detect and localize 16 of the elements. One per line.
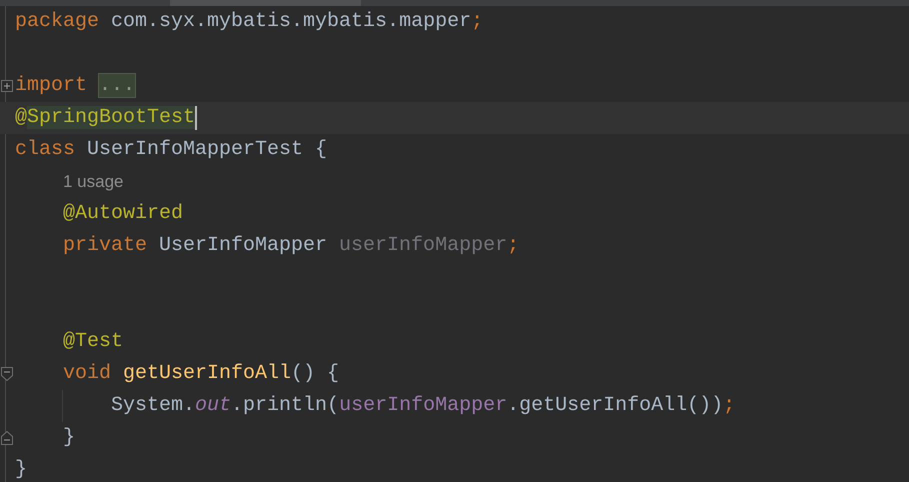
expand-icon[interactable] bbox=[1, 80, 13, 92]
code-line: @SpringBootTest bbox=[15, 105, 196, 131]
code-line: void getUserInfoAll() { bbox=[63, 361, 340, 387]
code-line: @Autowired bbox=[63, 201, 184, 227]
fold-icon[interactable] bbox=[1, 431, 13, 445]
code-line: package com.syx.mybatis.mybatis.mapper; bbox=[15, 9, 484, 35]
fold-icon[interactable] bbox=[1, 367, 13, 381]
code-line: @Test bbox=[63, 329, 124, 355]
usage-hint[interactable]: 1 usage bbox=[63, 172, 124, 191]
code-line: } bbox=[15, 457, 28, 482]
code-line: } bbox=[63, 425, 76, 451]
code-line: private UserInfoMapper userInfoMapper; bbox=[63, 233, 520, 259]
code-line: System.out.println(userInfoMapper.getUserInfoAll()); bbox=[111, 393, 736, 419]
text-caret bbox=[195, 106, 198, 130]
code-line: class UserInfoMapperTest { bbox=[15, 137, 328, 163]
code-line: import ... bbox=[15, 73, 136, 99]
